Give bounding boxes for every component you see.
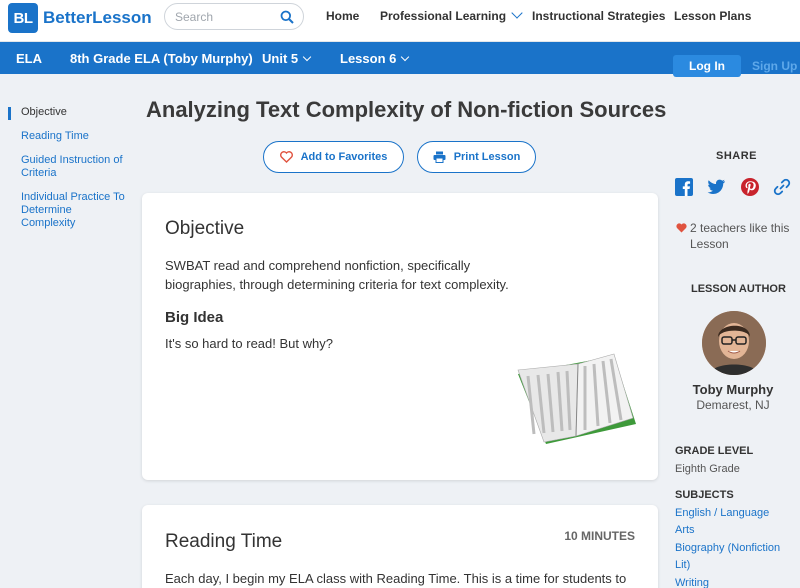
sidebar-item-guided-instruction[interactable]: Guided Instruction of Criteria <box>21 154 126 180</box>
sidebar-item-individual-practice[interactable]: Individual Practice To Determine Complex… <box>21 191 126 230</box>
heart-icon <box>279 151 293 163</box>
search-box <box>164 3 304 30</box>
signup-button[interactable]: Sign Up <box>752 59 797 73</box>
printer-icon <box>433 151 446 163</box>
pinterest-icon[interactable] <box>740 177 760 197</box>
top-header: BL BetterLesson Home Professional Learni… <box>0 0 800 42</box>
objective-heading: Objective <box>165 218 245 239</box>
author-location: Demarest, NJ <box>696 398 770 412</box>
login-button[interactable]: Log In <box>673 55 741 77</box>
print-lesson-label: Print Lesson <box>453 151 521 163</box>
author-name[interactable]: Toby Murphy <box>676 382 790 397</box>
nav-home[interactable]: Home <box>326 9 359 23</box>
grade-level-value: Eighth Grade <box>675 463 740 475</box>
search-input[interactable] <box>175 10 275 24</box>
print-lesson-button[interactable]: Print Lesson <box>417 141 536 173</box>
big-idea-heading: Big Idea <box>165 309 224 326</box>
sidebar-item-reading-time[interactable]: Reading Time <box>21 130 126 143</box>
nav-professional-learning-label: Professional Learning <box>380 9 507 23</box>
subject-link-writing[interactable]: Writing <box>675 575 709 588</box>
add-to-favorites-button[interactable]: Add to Favorites <box>263 141 404 173</box>
chevron-down-icon <box>401 52 410 62</box>
reading-time-text: Each day, I begin my ELA class with Read… <box>165 571 627 586</box>
likes-text-line-1: 2 teachers like this <box>690 221 790 235</box>
reading-time-heading: Reading Time <box>165 531 283 552</box>
breadcrumb-course[interactable]: 8th Grade ELA (Toby Murphy) <box>70 51 253 66</box>
search-icon[interactable] <box>280 10 294 24</box>
big-idea-text: It's so hard to read! But why? <box>165 336 333 351</box>
nav-instructional-strategies[interactable]: Instructional Strategies <box>532 9 665 23</box>
share-label: SHARE <box>716 150 758 162</box>
reading-time-card: Reading Time 10 MINUTES Each day, I begi… <box>142 505 658 588</box>
nav-lesson-plans[interactable]: Lesson Plans <box>674 9 751 23</box>
link-icon[interactable] <box>772 177 792 197</box>
avatar[interactable] <box>702 311 766 375</box>
likes-count: 2 teachers like this Lesson <box>676 220 796 252</box>
page-title: Analyzing Text Complexity of Non-fiction… <box>146 97 667 122</box>
lesson-author-label: LESSON AUTHOR <box>691 283 786 295</box>
breadcrumb-lesson[interactable]: Lesson 6 <box>340 51 410 66</box>
duration-badge: 10 MINUTES <box>564 529 635 543</box>
breadcrumb-lesson-label: Lesson 6 <box>340 51 397 66</box>
objective-text-line-2: biographies, through determining criteri… <box>165 277 509 292</box>
chevron-down-icon <box>511 7 523 19</box>
brand-logo[interactable]: BL BetterLesson <box>8 3 152 33</box>
likes-text-line-2: Lesson <box>690 237 729 251</box>
subject-link-ela[interactable]: English / Language Arts <box>675 505 787 539</box>
active-section-marker <box>8 107 11 120</box>
breadcrumb-subject[interactable]: ELA <box>16 51 42 66</box>
sidebar-item-objective[interactable]: Objective <box>21 106 126 119</box>
objective-text-line-1: SWBAT read and comprehend nonfiction, sp… <box>165 258 471 273</box>
logo-text: BetterLesson <box>43 8 152 27</box>
add-to-favorites-label: Add to Favorites <box>300 151 388 163</box>
author-photo <box>702 311 766 375</box>
facebook-icon[interactable] <box>674 177 694 197</box>
objective-card: Objective SWBAT read and comprehend nonf… <box>142 193 658 480</box>
nav-professional-learning[interactable]: Professional Learning <box>380 7 523 23</box>
subject-link-biography[interactable]: Biography (Nonfiction Lit) <box>675 540 795 574</box>
heart-icon <box>676 223 687 233</box>
breadcrumb-unit-label: Unit 5 <box>262 51 299 66</box>
twitter-icon[interactable] <box>706 177 726 197</box>
open-book-image <box>517 353 636 444</box>
breadcrumb-unit[interactable]: Unit 5 <box>262 51 312 66</box>
chevron-down-icon <box>302 52 312 62</box>
logo-badge: BL <box>8 3 38 33</box>
subjects-label: SUBJECTS <box>675 489 734 501</box>
grade-level-label: GRADE LEVEL <box>675 445 754 457</box>
